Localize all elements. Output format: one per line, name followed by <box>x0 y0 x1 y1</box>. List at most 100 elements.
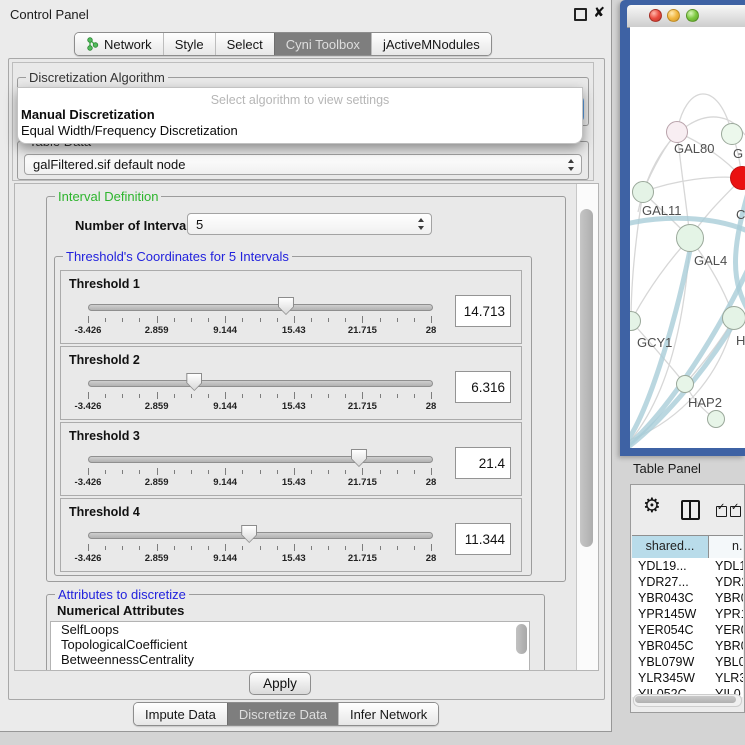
slider-thumb[interactable] <box>241 525 257 543</box>
tick-mark <box>139 470 140 474</box>
tick-mark <box>345 318 346 322</box>
tab-jactivemnodules[interactable]: jActiveMNodules <box>371 33 491 55</box>
tick-mark <box>414 470 415 474</box>
attributes-listbox[interactable]: SelfLoopsTopologicalCoefficientBetweenne… <box>50 621 530 671</box>
table-row[interactable]: YBR043CYBR0 <box>632 590 743 606</box>
table-horizontal-scrollbar-thumb[interactable] <box>635 696 736 703</box>
table-row[interactable]: YDR27...YDR2 <box>632 574 743 590</box>
tick-mark <box>157 468 158 475</box>
table-row[interactable]: YLR345WYLR3 <box>632 670 743 686</box>
table-row[interactable]: YDL19...YDL1 <box>632 558 743 574</box>
tab-discretize-data[interactable]: Discretize Data <box>227 703 338 725</box>
tab-impute-data[interactable]: Impute Data <box>134 703 227 725</box>
threshold-slider[interactable]: -3.4262.8599.14415.4321.71528 <box>88 376 431 414</box>
tick-label: 21.715 <box>348 553 377 564</box>
table-row[interactable]: YBR045CYBR0 <box>632 638 743 654</box>
list-scrollbar-thumb[interactable] <box>516 624 527 654</box>
table-horizontal-scrollbar[interactable] <box>633 694 742 707</box>
cyni-toolbox-panel: Discretization Algorithm Table Data galF… <box>8 58 605 700</box>
slider-thumb[interactable] <box>278 297 294 315</box>
slider-track[interactable] <box>88 380 433 387</box>
network-node[interactable] <box>722 306 745 330</box>
threshold-slider[interactable]: -3.4262.8599.14415.4321.71528 <box>88 300 431 338</box>
network-canvas[interactable]: GAL80GGAL11CGAL4GCY1HHAP2 <box>630 27 745 448</box>
tick-label: 15.43 <box>282 553 306 564</box>
tab-label: Discretize Data <box>239 707 327 722</box>
threshold-value-field[interactable]: 11.344 <box>455 523 511 555</box>
network-node[interactable] <box>721 123 743 145</box>
minimize-traffic-light-icon[interactable] <box>667 9 680 22</box>
table-cell-shared-name: YER054C <box>632 622 709 638</box>
table-cell-name: YPR1 <box>709 606 743 622</box>
table-row[interactable]: YER054CYER0 <box>632 622 743 638</box>
attribute-item[interactable]: TopologicalCoefficient <box>51 637 529 652</box>
column-header-shared-name[interactable]: shared... <box>632 536 709 558</box>
slider-tick-labels: -3.4262.8599.14415.4321.71528 <box>88 401 431 413</box>
network-node[interactable] <box>707 410 725 428</box>
threshold-value-field[interactable]: 6.316 <box>455 371 511 403</box>
float-window-icon[interactable] <box>574 8 587 21</box>
number-of-intervals-combo[interactable]: 5 <box>187 213 432 235</box>
threshold-value-field[interactable]: 21.4 <box>455 447 511 479</box>
apply-button[interactable]: Apply <box>249 672 311 695</box>
node-label: GAL4 <box>694 253 727 268</box>
tab-label: jActiveMNodules <box>383 37 480 52</box>
panel-title: Control Panel <box>10 7 89 22</box>
tick-mark <box>174 318 175 322</box>
tick-mark <box>294 544 295 551</box>
numerical-attributes-label: Numerical Attributes <box>57 603 184 618</box>
tick-mark <box>157 392 158 399</box>
number-of-intervals-row: Number of Intervals 5 <box>47 213 565 237</box>
slider-track[interactable] <box>88 532 433 539</box>
table-cell-name: YER0 <box>709 622 743 638</box>
tick-mark <box>174 470 175 474</box>
close-traffic-light-icon[interactable] <box>649 9 662 22</box>
slider-track[interactable] <box>88 304 433 311</box>
tick-mark <box>277 470 278 474</box>
checkbox-icon[interactable] <box>716 506 727 517</box>
network-node[interactable] <box>666 121 688 143</box>
tab-network[interactable]: Network <box>75 33 163 55</box>
threshold-panel: Threshold 4 -3.4262.8599.14415.4321.7152… <box>60 498 522 572</box>
panel-scrollbar[interactable] <box>576 184 598 670</box>
close-icon[interactable]: ✘ <box>593 4 605 21</box>
zoom-traffic-light-icon[interactable] <box>686 9 699 22</box>
tick-mark <box>345 546 346 550</box>
panel-scrollbar-thumb[interactable] <box>580 209 593 547</box>
tab-cyni-toolbox[interactable]: Cyni Toolbox <box>274 33 371 55</box>
threshold-slider[interactable]: -3.4262.8599.14415.4321.71528 <box>88 452 431 490</box>
table-data-combo[interactable]: galFiltered.sif default node <box>24 154 582 175</box>
gear-icon[interactable]: ⚙ <box>643 496 661 516</box>
tab-infer-network[interactable]: Infer Network <box>338 703 438 725</box>
tick-label: 9.144 <box>213 477 237 488</box>
threshold-slider[interactable]: -3.4262.8599.14415.4321.71528 <box>88 528 431 566</box>
attribute-item[interactable]: SelfLoops <box>51 622 529 637</box>
table-cell-name: YDL1 <box>709 558 743 574</box>
tab-select[interactable]: Select <box>215 33 274 55</box>
tick-label: 15.43 <box>282 401 306 412</box>
table-cell-name: YDR2 <box>709 574 743 590</box>
threshold-value-field[interactable]: 14.713 <box>455 295 511 327</box>
slider-tick-labels: -3.4262.8599.14415.4321.71528 <box>88 553 431 565</box>
algorithm-option-equal-width-frequency-discretization[interactable]: Equal Width/Frequency Discretization <box>18 123 582 139</box>
network-node[interactable] <box>632 181 654 203</box>
table-cell-shared-name: YBR043C <box>632 590 709 606</box>
table-row[interactable]: YBL079WYBL0 <box>632 654 743 670</box>
slider-thumb[interactable] <box>186 373 202 391</box>
network-node[interactable] <box>676 224 704 252</box>
tick-mark <box>328 318 329 322</box>
table-row[interactable]: YPR145WYPR1 <box>632 606 743 622</box>
slider-track[interactable] <box>88 456 433 463</box>
checkbox-icon[interactable] <box>730 506 741 517</box>
tick-label: 2.859 <box>145 477 169 488</box>
tick-label: 21.715 <box>348 401 377 412</box>
attribute-item[interactable]: BetweennessCentrality <box>51 652 529 667</box>
slider-thumb[interactable] <box>351 449 367 467</box>
algorithm-option-manual-discretization[interactable]: Manual Discretization <box>18 107 582 123</box>
column-header-name[interactable]: n... <box>709 536 743 558</box>
toolbox-tab-bar: NetworkStyleSelectCyni Toolbox jActiveMNo… <box>74 32 492 56</box>
columns-icon[interactable] <box>681 500 700 520</box>
tab-style[interactable]: Style <box>163 33 215 55</box>
network-node[interactable] <box>676 375 694 393</box>
tick-mark <box>191 318 192 322</box>
